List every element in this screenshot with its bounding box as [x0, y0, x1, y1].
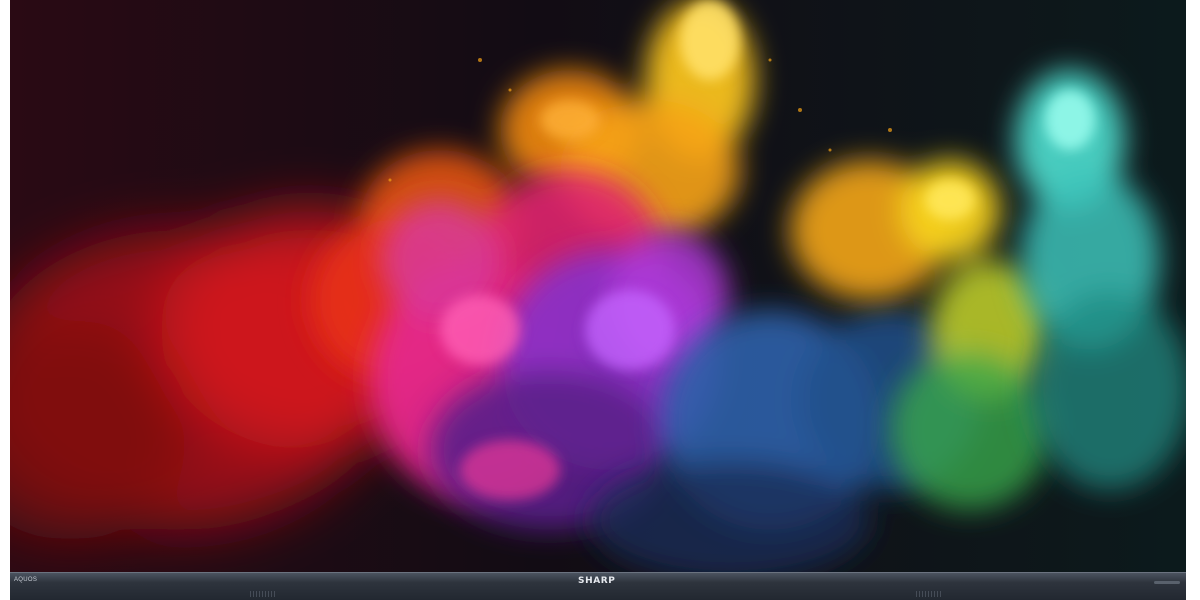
speaker-grille-right [916, 591, 942, 597]
page: AQUOS SHARP [0, 0, 1200, 600]
television: AQUOS SHARP [10, 0, 1186, 600]
tv-bezel: AQUOS SHARP [10, 572, 1186, 600]
tv-screen [10, 0, 1186, 572]
model-label: AQUOS [14, 577, 38, 583]
smoke-artwork [10, 0, 1186, 572]
speaker-grille-left [250, 591, 276, 597]
brand-logo: SHARP [578, 576, 616, 586]
remote-sensor-icon [1154, 581, 1180, 584]
